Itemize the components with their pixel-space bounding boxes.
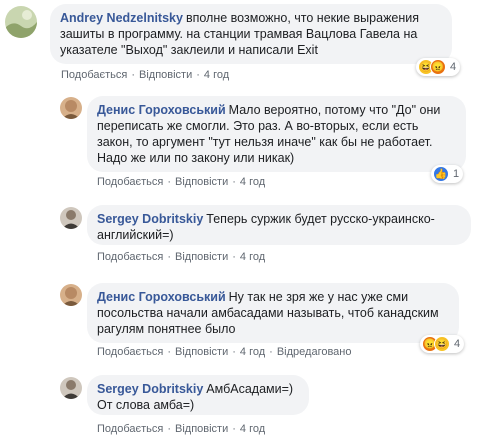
comment-line: Надо же или по закону или никак) bbox=[97, 151, 295, 165]
reaction-summary[interactable]: 👍 1 bbox=[431, 165, 464, 183]
comment-actions: Подобається · Відповісти · 4 год bbox=[61, 69, 230, 81]
comment-line: Денис Гороховський Ну так не зря же у нас… bbox=[97, 290, 409, 304]
comment-line: указателе "Выход" заклеили и написали Ex… bbox=[60, 43, 318, 57]
comment-line: Sergey Dobritskiy АмбАсадами=) bbox=[97, 382, 294, 396]
edited-label[interactable]: Відредаговано bbox=[277, 346, 352, 358]
avatar-image bbox=[5, 6, 37, 38]
avatar-image bbox=[60, 377, 82, 399]
reply-link[interactable]: Відповісти bbox=[175, 423, 228, 435]
like-link[interactable]: Подобається bbox=[61, 69, 127, 81]
comment-line: Sergey Dobritskiy Теперь суржик будет рус… bbox=[97, 212, 435, 226]
reply-link[interactable]: Відповісти bbox=[175, 176, 228, 188]
reaction-count: 4 bbox=[454, 338, 461, 350]
comment-bubble: Денис Гороховський Ну так не зря же у нас… bbox=[87, 283, 459, 343]
like-reaction-icon: 👍 bbox=[433, 166, 449, 182]
comment-bubble: Sergey Dobritskiy АмбАсадами=) От слова а… bbox=[87, 375, 309, 415]
avatar-image bbox=[60, 97, 82, 119]
comment-actions: Подобається · Відповісти · 4 год bbox=[97, 423, 266, 435]
reply-link[interactable]: Відповісти bbox=[175, 251, 228, 263]
author-name[interactable]: Andrey Nedzelnitsky bbox=[60, 11, 183, 25]
avatar[interactable] bbox=[60, 97, 82, 119]
avatar-image bbox=[60, 284, 82, 306]
reply-link[interactable]: Відповісти bbox=[139, 69, 192, 81]
like-link[interactable]: Подобається bbox=[97, 423, 163, 435]
timestamp[interactable]: 4 год bbox=[240, 346, 265, 358]
timestamp[interactable]: 4 год bbox=[204, 69, 229, 81]
reaction-summary[interactable]: 😆 😠 4 bbox=[416, 58, 461, 76]
author-name[interactable]: Sergey Dobritskiy bbox=[97, 212, 203, 226]
like-link[interactable]: Подобається bbox=[97, 251, 163, 263]
reaction-count: 4 bbox=[450, 61, 457, 73]
author-name[interactable]: Денис Гороховський bbox=[97, 103, 226, 117]
comment-actions: Подобається · Відповісти · 4 год · Відредагова… bbox=[97, 346, 352, 358]
comment-line: английский=) bbox=[97, 228, 174, 242]
comment-line: переписать же смогли. Это раз. А во-втор… bbox=[97, 119, 419, 133]
avatar[interactable] bbox=[60, 377, 82, 399]
comment-line: посольства начали амбасадами называть, ч… bbox=[97, 306, 439, 320]
timestamp[interactable]: 4 год bbox=[240, 251, 265, 263]
comment-bubble: Денис Гороховський Мало вероятно, потому … bbox=[87, 96, 466, 172]
comment-bubble: Sergey Dobritskiy Теперь суржик будет рус… bbox=[87, 205, 471, 245]
angry-reaction-icon: 😠 bbox=[430, 59, 446, 75]
timestamp[interactable]: 4 год bbox=[240, 176, 265, 188]
like-link[interactable]: Подобається bbox=[97, 176, 163, 188]
avatar[interactable] bbox=[60, 284, 82, 306]
comment-line: закон, то аргумент "тут нельзя иначе" ка… bbox=[97, 135, 433, 149]
comment-line: рагулям понятнее было bbox=[97, 322, 236, 336]
comment-line: Денис Гороховський Мало вероятно, потому … bbox=[97, 103, 441, 117]
like-link[interactable]: Подобається bbox=[97, 346, 163, 358]
avatar-image bbox=[60, 207, 82, 229]
comment-line: зашиты в программу. на станции трамвая В… bbox=[60, 27, 418, 41]
comment-bubble: Andrey Nedzelnitsky вполне возможно, что … bbox=[50, 4, 452, 64]
author-name[interactable]: Денис Гороховський bbox=[97, 290, 226, 304]
reaction-count: 1 bbox=[453, 168, 460, 180]
haha-reaction-icon: 😆 bbox=[434, 336, 450, 352]
comment-line: От слова амба=) bbox=[97, 398, 195, 412]
avatar[interactable] bbox=[5, 6, 37, 38]
reaction-summary[interactable]: 😠 😆 4 bbox=[420, 335, 465, 353]
reply-link[interactable]: Відповісти bbox=[175, 346, 228, 358]
author-name[interactable]: Sergey Dobritskiy bbox=[97, 382, 203, 396]
comment-actions: Подобається · Відповісти · 4 год bbox=[97, 176, 266, 188]
timestamp[interactable]: 4 год bbox=[240, 423, 265, 435]
comment-line: Andrey Nedzelnitsky вполне возможно, что … bbox=[60, 11, 420, 25]
avatar[interactable] bbox=[60, 207, 82, 229]
comment-actions: Подобається · Відповісти · 4 год bbox=[97, 251, 266, 263]
